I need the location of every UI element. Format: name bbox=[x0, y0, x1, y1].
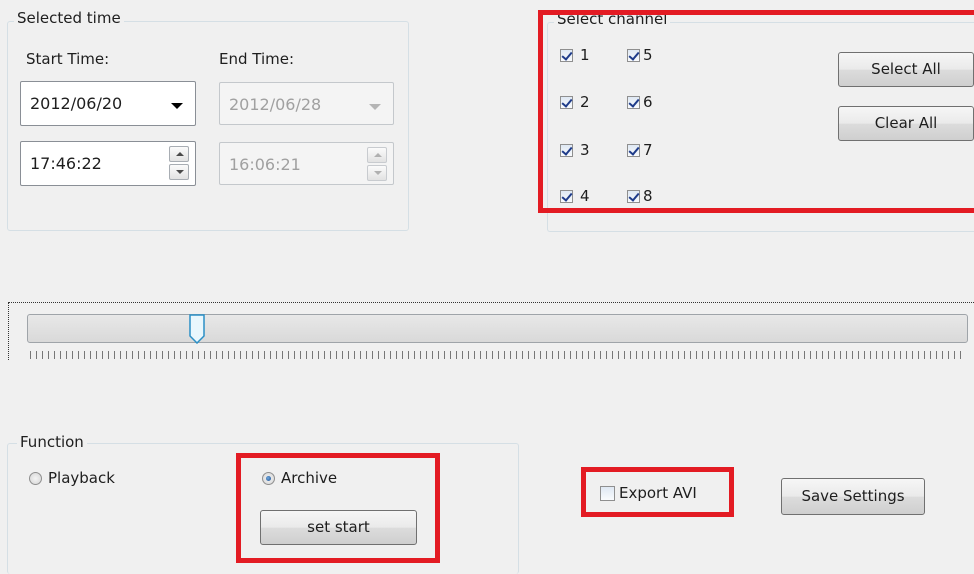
channel-checkbox-3[interactable]: 3 bbox=[560, 141, 590, 159]
end-time-label: End Time: bbox=[219, 50, 295, 68]
archive-radio[interactable]: Archive bbox=[262, 469, 337, 487]
channel-checkbox-2[interactable]: 2 bbox=[560, 93, 590, 111]
checkbox-unchecked-icon[interactable] bbox=[600, 485, 615, 501]
checkbox-checked-icon[interactable] bbox=[560, 143, 573, 157]
function-group bbox=[7, 443, 519, 574]
checkbox-checked-icon[interactable] bbox=[627, 143, 640, 157]
channel-label: 7 bbox=[643, 141, 653, 159]
checkbox-checked-icon[interactable] bbox=[560, 189, 573, 203]
chevron-down-icon[interactable] bbox=[171, 103, 183, 109]
channel-label: 1 bbox=[580, 46, 590, 64]
set-start-button[interactable]: set start bbox=[260, 510, 417, 545]
export-avi-checkbox[interactable]: Export AVI bbox=[600, 484, 697, 502]
radio-on-icon[interactable] bbox=[262, 471, 275, 485]
clear-all-button[interactable]: Clear All bbox=[838, 106, 974, 141]
checkbox-checked-icon[interactable] bbox=[627, 48, 640, 62]
spin-up-icon[interactable] bbox=[169, 146, 189, 162]
export-avi-label: Export AVI bbox=[619, 484, 697, 502]
start-time-value: 17:46:22 bbox=[30, 154, 102, 173]
checkbox-checked-icon[interactable] bbox=[560, 48, 573, 62]
channel-label: 4 bbox=[580, 187, 590, 205]
channel-checkbox-8[interactable]: 8 bbox=[627, 187, 653, 205]
channel-label: 2 bbox=[580, 93, 590, 111]
spin-down-icon[interactable] bbox=[169, 164, 189, 180]
start-time-input[interactable]: 17:46:22 bbox=[20, 141, 196, 186]
channel-label: 6 bbox=[643, 93, 653, 111]
checkbox-checked-icon[interactable] bbox=[627, 189, 640, 203]
radio-off-icon[interactable] bbox=[29, 471, 42, 485]
channel-label: 3 bbox=[580, 141, 590, 159]
select-channel-legend: Select channel bbox=[554, 10, 671, 28]
save-settings-button[interactable]: Save Settings bbox=[781, 478, 925, 515]
archive-label: Archive bbox=[281, 469, 338, 487]
channel-label: 8 bbox=[643, 187, 653, 205]
end-time-input: 16:06:21 bbox=[219, 142, 394, 185]
start-time-label: Start Time: bbox=[26, 50, 110, 68]
end-time-value: 16:06:21 bbox=[229, 155, 301, 174]
start-date-picker[interactable]: 2012/06/20 bbox=[20, 81, 196, 126]
spin-down-icon bbox=[367, 165, 387, 181]
channel-checkbox-6[interactable]: 6 bbox=[627, 93, 653, 111]
end-date-picker: 2012/06/28 bbox=[219, 82, 394, 125]
end-date-value: 2012/06/28 bbox=[229, 95, 322, 114]
playback-label: Playback bbox=[48, 469, 115, 487]
spin-up-icon bbox=[367, 147, 387, 163]
select-all-button[interactable]: Select All bbox=[838, 52, 974, 87]
timeline-slider-thumb[interactable] bbox=[188, 314, 206, 344]
channel-checkbox-5[interactable]: 5 bbox=[627, 46, 653, 64]
function-legend: Function bbox=[17, 433, 87, 451]
channel-label: 5 bbox=[643, 46, 653, 64]
checkbox-checked-icon[interactable] bbox=[627, 95, 640, 109]
start-time-stepper[interactable] bbox=[169, 146, 189, 180]
selected-time-legend: Selected time bbox=[14, 9, 124, 27]
end-time-stepper bbox=[367, 147, 387, 181]
channel-checkbox-4[interactable]: 4 bbox=[560, 187, 590, 205]
channel-checkbox-7[interactable]: 7 bbox=[627, 141, 653, 159]
timeline-ruler bbox=[30, 351, 966, 359]
checkbox-checked-icon[interactable] bbox=[560, 95, 573, 109]
start-date-value: 2012/06/20 bbox=[30, 94, 123, 113]
timeline-slider-track[interactable] bbox=[27, 314, 968, 343]
chevron-down-icon bbox=[369, 104, 381, 110]
playback-radio[interactable]: Playback bbox=[29, 469, 115, 487]
channel-checkbox-1[interactable]: 1 bbox=[560, 46, 590, 64]
